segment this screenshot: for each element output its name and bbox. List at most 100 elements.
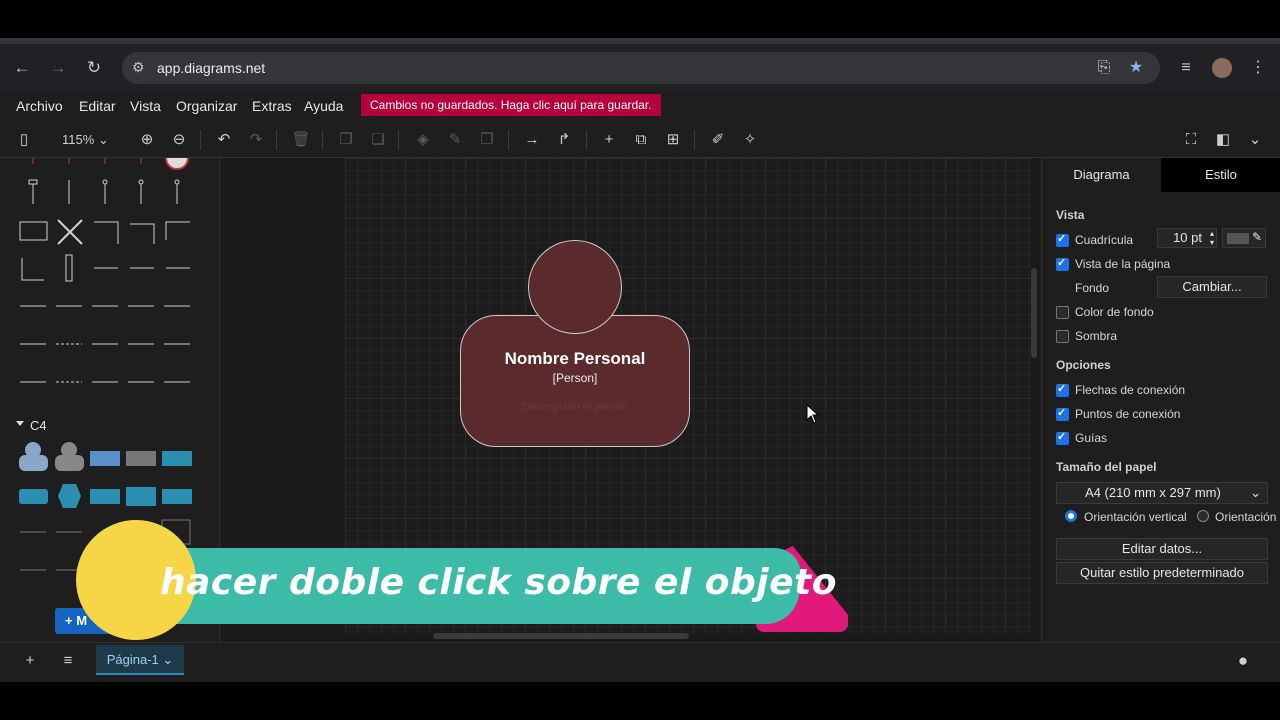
ai-generate-icon[interactable]: ✧ <box>740 130 760 150</box>
toolbar-divider <box>586 130 587 150</box>
tab-diagrama[interactable]: Diagrama <box>1042 158 1161 192</box>
menu-ayuda[interactable]: Ayuda <box>304 98 343 114</box>
site-settings-icon[interactable]: ⚙ <box>132 59 145 76</box>
toolbar: ▯ 115% ⌄ ⊕ ⊖ ↶ ↷ 🗑 ❐ ❏ ◈ ✎ ❒ → ↱ + ⧉ ⊞ ✐… <box>0 122 1280 158</box>
toolbar-divider <box>694 130 695 150</box>
add-page-icon[interactable]: + <box>20 651 40 671</box>
grid-color-swatch <box>1227 233 1249 244</box>
toolbar-divider <box>276 130 277 150</box>
page-tabs-bar: + ≡ Página-1 ⌄ ● <box>0 642 1280 682</box>
shadow-checkbox[interactable] <box>1056 330 1069 343</box>
orientation-vertical-label: Orientación vertical <box>1084 510 1187 524</box>
browser-toolbar: ← → ↻ ⚙ app.diagrams.net ⎘ ★ ≡ ⋮ <box>0 38 1280 90</box>
connection-points-checkbox[interactable] <box>1056 406 1069 421</box>
forward-icon[interactable]: → <box>46 56 70 80</box>
menu-editar[interactable]: Editar <box>79 98 116 114</box>
grid-color-picker[interactable]: ✎ <box>1222 228 1266 248</box>
vertical-scrollbar[interactable] <box>1031 268 1037 358</box>
zoom-select[interactable]: 115% ⌄ <box>62 132 109 148</box>
orientation-vertical-radio[interactable] <box>1065 510 1077 522</box>
github-icon[interactable]: ● <box>1233 651 1253 671</box>
horizontal-scrollbar[interactable] <box>433 633 689 639</box>
person-description-label[interactable]: Descripción el persón <box>460 401 690 413</box>
address-bar[interactable]: ⚙ app.diagrams.net <box>122 52 1160 84</box>
paper-size-section-title: Tamaño del papel <box>1056 460 1157 474</box>
fullscreen-icon[interactable]: ⛶ <box>1181 130 1201 150</box>
zoom-out-icon[interactable]: ⊖ <box>169 130 189 150</box>
background-label: Fondo <box>1075 281 1110 295</box>
back-icon[interactable]: ← <box>10 56 34 80</box>
person-type-label[interactable]: [Person] <box>460 371 690 385</box>
person-shape-head[interactable] <box>528 240 622 334</box>
table-icon[interactable]: ⊞ <box>663 130 683 150</box>
guides-label: Guías <box>1075 431 1108 445</box>
collapse-chevron-icon[interactable]: ⌄ <box>1245 130 1265 150</box>
tab-estilo[interactable]: Estilo <box>1161 158 1280 192</box>
remove-default-style-button[interactable]: Quitar estilo predeterminado <box>1056 562 1268 584</box>
undo-icon[interactable]: ↶ <box>214 130 234 150</box>
grid-size-stepper-icon[interactable]: ▴ ▾ <box>1210 229 1214 247</box>
zoom-in-icon[interactable]: ⊕ <box>137 130 157 150</box>
menu-archivo[interactable]: Archivo <box>16 98 63 114</box>
paper-size-value: A4 (210 mm x 297 mm) <box>1085 485 1221 500</box>
connection-arrows-checkbox[interactable] <box>1056 382 1069 397</box>
fill-color-icon[interactable]: ◈ <box>413 130 433 150</box>
background-color-checkbox[interactable] <box>1056 306 1069 319</box>
mouse-cursor-icon <box>806 404 820 424</box>
connection-icon[interactable]: → <box>522 130 542 150</box>
menu-extras[interactable]: Extras <box>252 98 292 114</box>
reload-icon[interactable]: ↻ <box>82 56 106 80</box>
toolbar-divider <box>398 130 399 150</box>
media-controls-icon[interactable]: ≡ <box>1174 56 1198 80</box>
bookmark-star-icon[interactable]: ★ <box>1124 56 1148 80</box>
guides-checkbox[interactable] <box>1056 430 1069 445</box>
shadow-icon[interactable]: ❒ <box>477 130 497 150</box>
toolbar-divider <box>200 130 201 150</box>
format-panel: Diagrama Estilo Vista Cuadrícula 10 pt ▴▾… <box>1041 158 1280 642</box>
orientation-horizontal-radio[interactable] <box>1197 510 1209 522</box>
pages-menu-icon[interactable]: ≡ <box>58 651 78 671</box>
c4-section-title[interactable]: C4 <box>30 418 47 433</box>
page-view-checkbox[interactable] <box>1056 256 1069 271</box>
delete-icon[interactable]: 🗑 <box>291 130 311 150</box>
orientation-horizontal-label: Orientación <box>1215 510 1277 524</box>
waypoints-icon[interactable]: ↱ <box>554 130 574 150</box>
connection-points-label: Puntos de conexión <box>1075 407 1181 421</box>
redo-icon[interactable]: ↷ <box>246 130 266 150</box>
paper-size-select[interactable]: A4 (210 mm x 297 mm) ⌄ <box>1056 482 1268 504</box>
insert-icon[interactable]: + <box>599 130 619 150</box>
format-panel-icon[interactable]: ◧ <box>1213 130 1233 150</box>
to-back-icon[interactable]: ❏ <box>368 130 388 150</box>
grid-size-input[interactable]: 10 pt ▴ ▾ <box>1157 228 1217 248</box>
person-name-label[interactable]: Nombre Personal <box>460 349 690 369</box>
menu-vista[interactable]: Vista <box>130 98 161 114</box>
menu-bar: Archivo Editar Vista Organizar Extras Ay… <box>0 90 1280 122</box>
zoom-value: 115% <box>62 132 95 147</box>
format-panel-toggle-icon[interactable]: ▯ <box>14 130 34 150</box>
freehand-icon[interactable]: ✐ <box>708 130 728 150</box>
options-section-title: Opciones <box>1056 358 1111 372</box>
install-app-icon[interactable]: ⎘ <box>1092 56 1116 80</box>
toolbar-divider <box>322 130 323 150</box>
unsaved-changes-notice[interactable]: Cambios no guardados. Haga clic aquí par… <box>361 94 661 116</box>
change-background-button[interactable]: Cambiar... <box>1157 276 1267 298</box>
page-tab-1[interactable]: Página-1 ⌄ <box>96 645 184 675</box>
menu-organizar[interactable]: Organizar <box>176 98 237 114</box>
connection-arrows-label: Flechas de conexión <box>1075 383 1186 397</box>
page-tab-label: Página-1 <box>106 652 159 667</box>
shapes-icon[interactable]: ⧉ <box>631 130 651 150</box>
edit-data-button[interactable]: Editar datos... <box>1056 538 1268 560</box>
background-color-label: Color de fondo <box>1075 305 1154 319</box>
line-color-icon[interactable]: ✎ <box>445 130 465 150</box>
browser-menu-icon[interactable]: ⋮ <box>1246 56 1270 80</box>
chevron-down-icon: ⌄ <box>1250 485 1261 500</box>
caption-text: hacer doble click sobre el objeto <box>160 562 837 603</box>
shadow-label: Sombra <box>1075 329 1118 343</box>
vista-section-title: Vista <box>1056 208 1085 222</box>
grid-size-value: 10 pt <box>1173 230 1202 245</box>
grid-checkbox[interactable] <box>1056 232 1069 247</box>
profile-avatar[interactable] <box>1210 56 1234 80</box>
to-front-icon[interactable]: ❐ <box>336 130 356 150</box>
eyedropper-icon[interactable]: ✎ <box>1252 230 1262 244</box>
grid-label: Cuadrícula <box>1075 233 1134 247</box>
